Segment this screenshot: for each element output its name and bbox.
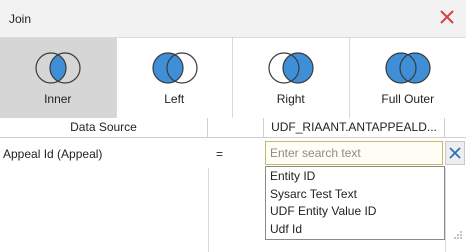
join-clause-row: Appeal Id (Appeal) = — [0, 138, 466, 168]
join-type-inner[interactable]: Inner — [0, 38, 117, 118]
column-divider — [208, 168, 209, 252]
join-clause-header: Data Source UDF_RIAANT.ANTAPPEALD... — [0, 118, 466, 138]
join-type-selector: Inner Left Right Full Outer — [0, 38, 466, 118]
join-label-inner: Inner — [44, 92, 72, 106]
column-header-right-source: UDF_RIAANT.ANTAPPEALD... — [264, 118, 445, 137]
right-join-icon — [268, 52, 314, 84]
column-header-data-source: Data Source — [0, 118, 208, 137]
join-dialog: Join Inner Left Right Full Outer Data So… — [0, 0, 466, 252]
dropdown-option[interactable]: UDF Entity Value ID — [266, 203, 444, 221]
join-type-right[interactable]: Right — [233, 38, 350, 118]
close-icon — [449, 147, 461, 159]
column-header-actions — [445, 118, 466, 137]
dropdown-option[interactable]: Entity ID — [266, 168, 444, 186]
search-input[interactable] — [265, 141, 443, 165]
resize-grip-icon[interactable] — [453, 230, 463, 240]
column-divider — [445, 168, 446, 252]
left-join-field[interactable]: Appeal Id (Appeal) — [3, 147, 102, 161]
close-icon[interactable] — [438, 8, 456, 26]
join-label-full-outer: Full Outer — [381, 92, 435, 106]
inner-join-icon — [35, 52, 81, 84]
dialog-title: Join — [9, 12, 32, 26]
join-type-full-outer[interactable]: Full Outer — [349, 38, 466, 118]
join-operator[interactable]: = — [216, 147, 223, 161]
full-outer-join-icon — [384, 52, 431, 84]
dropdown-option[interactable]: Sysarc Test Text — [266, 186, 444, 204]
column-header-operator — [208, 118, 264, 137]
left-join-icon — [151, 52, 198, 84]
remove-clause-button[interactable] — [445, 141, 465, 165]
join-type-left[interactable]: Left — [116, 38, 233, 118]
title-bar: Join — [0, 0, 466, 38]
join-label-left: Left — [164, 92, 185, 106]
dropdown-option[interactable]: Udf Id — [266, 221, 444, 239]
join-label-right: Right — [276, 92, 305, 106]
field-dropdown: Entity ID Sysarc Test Text UDF Entity Va… — [265, 166, 445, 240]
